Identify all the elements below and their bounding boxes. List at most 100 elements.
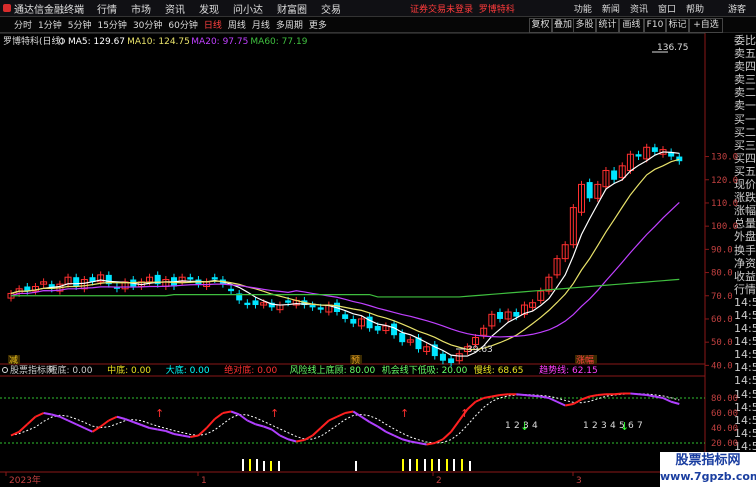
ma5-line [10, 151, 680, 357]
buy-arrow-icon: ↑ [400, 407, 409, 420]
candle-body-down [187, 277, 194, 280]
trend-line-segment [165, 430, 175, 435]
trend-line-segment [572, 398, 582, 405]
watermark-line2: www.7gpzb.com [660, 470, 756, 483]
trend-line-segment [475, 397, 485, 403]
candle-body-down [374, 325, 381, 331]
buy-arrow-icon: ↑ [270, 407, 279, 420]
buy-arrow-icon: ↑ [460, 407, 469, 420]
trend-line-segment [35, 412, 45, 418]
candle-body-down [399, 332, 406, 343]
trend-line-segment [556, 400, 566, 407]
trend-line-segment [190, 434, 199, 438]
trend-line-segment [352, 410, 362, 418]
bottom-signal-bar [263, 461, 265, 471]
price-tick-label: 60.0 [711, 315, 733, 325]
trend-line-segment [230, 410, 240, 416]
bottom-signal-bar [424, 459, 426, 471]
sequence-number: 7 [637, 421, 643, 431]
price-tick-label: 130.0 [711, 153, 738, 163]
trend-line-segment [26, 416, 37, 425]
trend-line-segment [173, 433, 183, 437]
low-price-label: 39.63 [467, 345, 493, 355]
ma-label-3: MA60: 77.19 [250, 37, 307, 47]
bottom-signal-bar [431, 459, 433, 471]
trend-line-segment [638, 393, 647, 396]
trend-line-segment [222, 410, 232, 414]
sequence-number: 6 [628, 421, 634, 431]
trend-line-segment [532, 394, 541, 398]
trend-line-segment [51, 413, 61, 418]
indicator-label-7: 慢线: 68.65 [474, 364, 524, 376]
signal-marker-0: 减 [9, 354, 18, 366]
ma-label-0: MA5: 129.67 [68, 37, 125, 47]
trend-line-segment [410, 440, 419, 444]
bottom-signal-bar [469, 461, 471, 471]
candle-body-down [252, 300, 259, 306]
trend-line-segment [132, 421, 142, 426]
bottom-signal-bar [446, 459, 448, 471]
indicator-label-5: 风险线上底顾: 80.00 [290, 364, 376, 376]
price-tick-label: 100.0 [711, 222, 738, 232]
bottom-signal-bar [278, 461, 280, 471]
ma-label-2: MA20: 97.75 [191, 37, 248, 47]
candle-body-down [350, 318, 357, 324]
indicator-tick-label: 20.00 [711, 439, 738, 449]
indicator-tick-label: 40.00 [711, 424, 738, 434]
price-tick-label: 110.0 [711, 199, 738, 209]
trend-line-segment [255, 423, 264, 428]
bottom-signal-bar [453, 459, 455, 471]
trend-line-segment [205, 418, 216, 429]
bottom-signal-bar [438, 459, 440, 471]
trend-line-segment [483, 395, 493, 399]
trend-line-segment [614, 392, 623, 396]
candle-body-down [635, 154, 642, 157]
candle-body-down [651, 147, 658, 152]
trend-line-segment [263, 425, 273, 431]
trend-line-segment [100, 419, 110, 428]
trend-line-segment [18, 423, 28, 433]
bottom-signal-bar [402, 459, 404, 471]
kline-chart[interactable]: 股票指标网 短底: 0.00 中底: 0.00 大底: 0.00 绝对底: 0.00 风险… [0, 0, 756, 487]
trend-line-segment [157, 428, 167, 432]
trend-line-segment [662, 397, 672, 403]
indicator-label-2: 中底: 0.00 [107, 364, 151, 376]
trend-line-segment [108, 415, 118, 422]
candle-body-down [497, 312, 503, 319]
sequence-number: 2 [514, 421, 520, 431]
trend-line-segment [360, 415, 371, 423]
candle-body-down [586, 182, 593, 199]
time-axis-label-1: 1 [201, 476, 207, 486]
price-tick-label: 40.0 [711, 361, 733, 371]
trend-line-segment [393, 434, 403, 441]
ma-label-1: MA10: 124.75 [127, 37, 190, 47]
trend-line-segment [214, 412, 224, 420]
trend-line-segment [426, 442, 435, 446]
bottom-signal-bar [270, 461, 272, 471]
sequence-number: 4 [610, 421, 616, 431]
trend-line-segment [271, 428, 281, 437]
buy-arrow-icon: ↑ [155, 407, 164, 420]
candle-body-down [611, 170, 618, 180]
indicator-label-6: 机会线下低吸: 20.00 [382, 364, 468, 376]
time-axis-label-3: 3 [576, 476, 582, 486]
candle-body-down [317, 307, 324, 310]
trend-line-segment [59, 415, 69, 422]
trend-line-segment [246, 419, 256, 426]
bottom-signal-bar [461, 459, 463, 471]
trend-line-segment [491, 394, 501, 398]
candle-body-down [448, 358, 455, 364]
indicator-label-3: 大底: 0.00 [166, 364, 210, 376]
trend-line-segment [181, 434, 191, 438]
high-price-label: 136.75 [657, 43, 689, 53]
indicator-settings-icon [2, 367, 8, 373]
indicator-tick-label: 80.00 [711, 394, 738, 404]
trend-line-segment [630, 392, 639, 396]
trend-line-segment [369, 421, 379, 428]
candle-body-down [366, 316, 373, 329]
price-tick-label: 120.0 [711, 176, 738, 186]
trend-line-segment [548, 397, 558, 403]
sequence-number: 4 [532, 421, 538, 431]
trend-line-segment [83, 427, 93, 433]
watermark-line1: 股票指标网 [675, 453, 741, 468]
